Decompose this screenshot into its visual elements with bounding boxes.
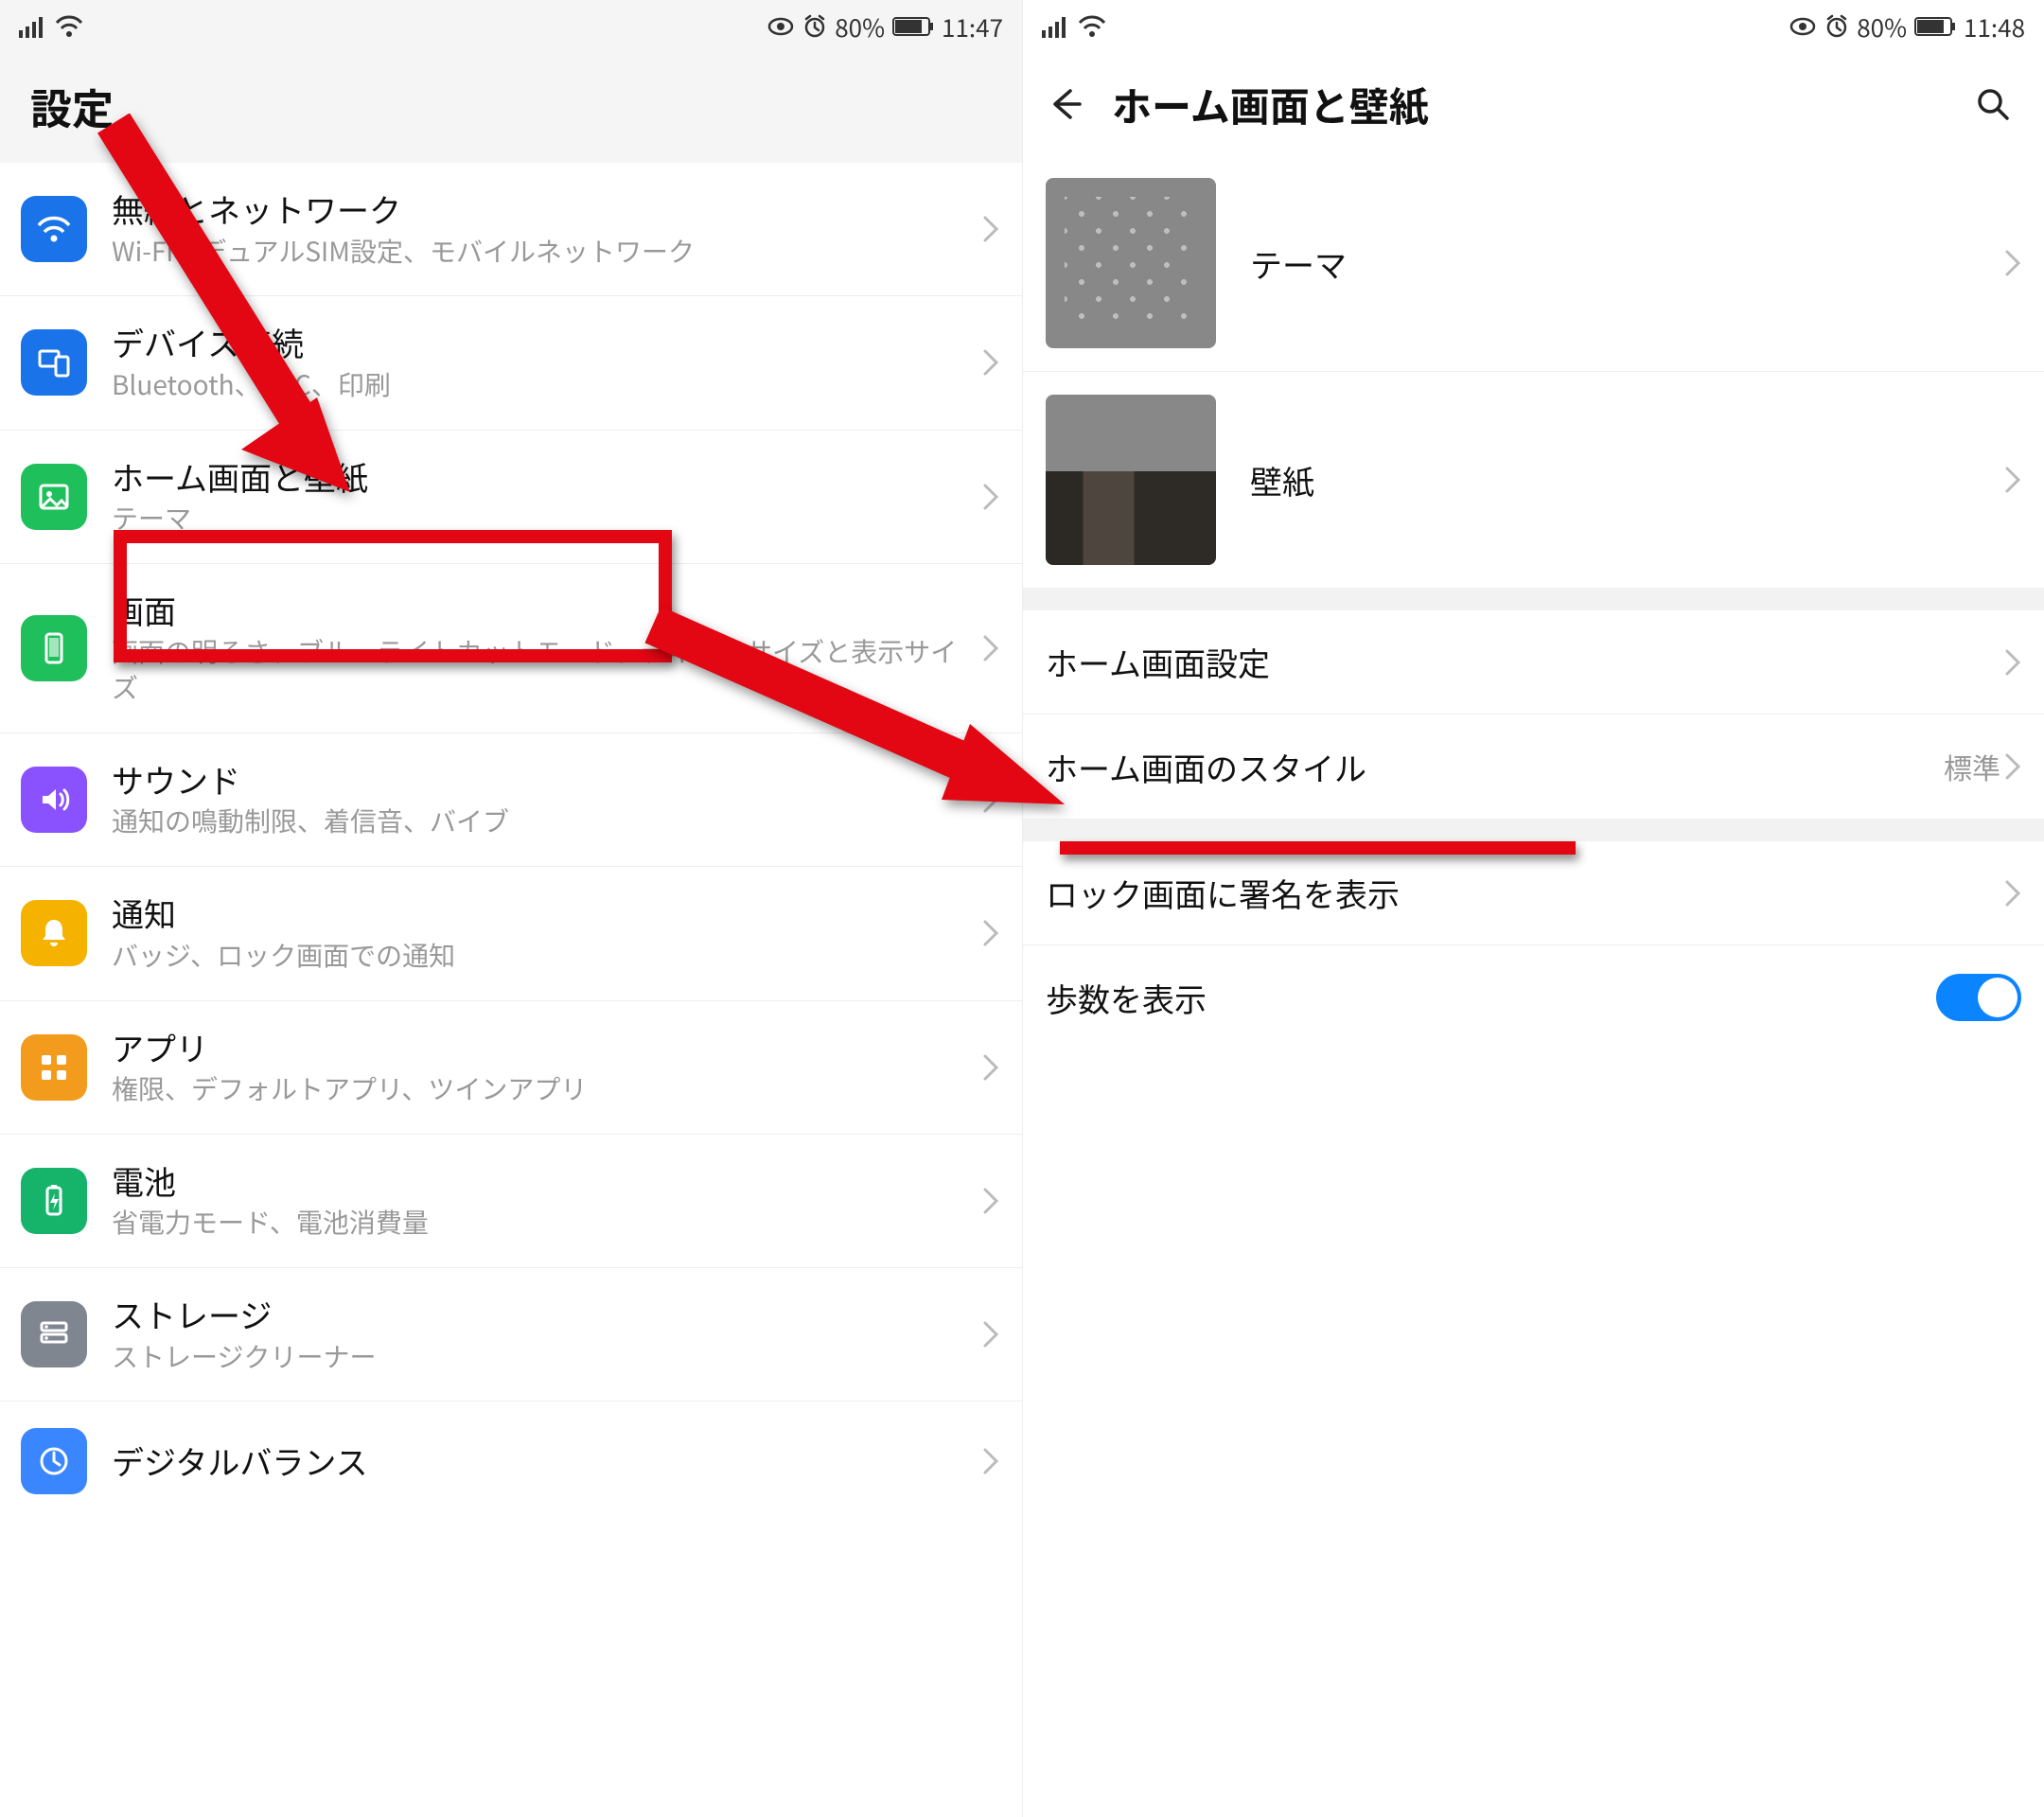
section-separator	[1023, 819, 2044, 841]
settings-item-notifications[interactable]: 通知 バッジ、ロック画面での通知	[0, 867, 1022, 1000]
settings-item-battery[interactable]: 電池 省電力モード、電池消費量	[0, 1135, 1022, 1268]
item-title: 画面	[112, 591, 963, 631]
apps-icon	[21, 1034, 87, 1101]
wallpaper-thumbnail	[1046, 395, 1216, 565]
storage-icon	[21, 1301, 87, 1367]
row-lock-signature[interactable]: ロック画面に署名を表示	[1023, 841, 2044, 945]
battery-icon	[1914, 16, 1956, 37]
page-title: 設定	[30, 76, 992, 136]
item-title: デジタルバランス	[112, 1441, 963, 1482]
display-icon	[21, 615, 87, 681]
item-subtitle: テーマ	[112, 501, 963, 537]
section-separator	[1023, 588, 2044, 610]
item-title: アプリ	[112, 1028, 963, 1068]
row-label: ホーム画面のスタイル	[1046, 744, 1944, 790]
settings-item-home-wallpaper[interactable]: ホーム画面と壁紙 テーマ	[0, 431, 1022, 564]
eye-comfort-icon	[766, 16, 795, 37]
chevron-right-icon	[2004, 648, 2021, 677]
item-subtitle: 権限、デフォルトアプリ、ツインアプリ	[112, 1071, 963, 1107]
page-title: ホーム画面と壁紙	[1112, 76, 1429, 133]
row-step-count[interactable]: 歩数を表示	[1023, 945, 2044, 1050]
item-subtitle: 通知の鳴動制限、着信音、バイブ	[112, 803, 963, 839]
chevron-right-icon	[982, 785, 999, 814]
row-value: 標準	[1944, 746, 2000, 787]
row-wallpaper[interactable]: 壁紙	[1023, 372, 2044, 588]
devices-icon	[21, 329, 87, 396]
item-subtitle: 画面の明るさ、ブルーライトカットモード、テキストサイズと表示サイズ	[112, 634, 963, 706]
alarm-icon	[802, 14, 827, 39]
row-label: ホーム画面設定	[1046, 639, 2004, 685]
chevron-right-icon	[982, 483, 999, 511]
battery-percent: 80%	[835, 9, 885, 44]
chevron-right-icon	[2004, 249, 2021, 277]
item-title: サウンド	[112, 760, 963, 801]
search-button[interactable]	[1959, 70, 2027, 138]
chevron-right-icon	[982, 1447, 999, 1475]
status-time: 11:47	[942, 9, 1003, 44]
battery-percent: 80%	[1857, 9, 1907, 44]
item-subtitle: バッジ、ロック画面での通知	[112, 938, 963, 974]
theme-thumbnail	[1046, 178, 1216, 348]
chevron-right-icon	[982, 348, 999, 377]
settings-list: 無線とネットワーク Wi-Fi、デュアルSIM設定、モバイルネットワーク デバイ…	[0, 163, 1022, 1521]
item-subtitle: 省電力モード、電池消費量	[112, 1205, 963, 1241]
item-subtitle: ストレージクリーナー	[112, 1339, 963, 1375]
screen-settings: 80% 11:47 設定 無線とネットワーク Wi-Fi、デュアルSIM設定、モ…	[0, 0, 1022, 1817]
item-title: デバイス接続	[112, 323, 963, 363]
status-bar: 80% 11:47	[0, 0, 1022, 53]
bell-icon	[21, 900, 87, 966]
item-title: ホーム画面と壁紙	[112, 457, 963, 498]
balance-icon	[21, 1428, 87, 1494]
item-subtitle: Bluetooth、NFC、印刷	[112, 367, 963, 403]
back-button[interactable]	[1032, 70, 1101, 138]
settings-item-sound[interactable]: サウンド 通知の鳴動制限、着信音、バイブ	[0, 733, 1022, 867]
header-settings: 設定	[0, 53, 1022, 163]
chevron-right-icon	[982, 634, 999, 662]
wifi-icon	[1078, 15, 1106, 38]
item-title: 電池	[112, 1161, 963, 1202]
signal-icon	[1042, 15, 1070, 38]
chevron-right-icon	[982, 919, 999, 947]
toggle-switch[interactable]	[1936, 974, 2021, 1021]
item-title: 無線とネットワーク	[112, 189, 963, 230]
battery-icon	[892, 16, 934, 37]
row-label: テーマ	[1250, 240, 2004, 287]
image-icon	[21, 464, 87, 530]
chevron-right-icon	[982, 1320, 999, 1349]
alarm-icon	[1824, 14, 1849, 39]
header-subpage: ホーム画面と壁紙	[1023, 53, 2044, 155]
status-time: 11:48	[1964, 9, 2025, 44]
row-theme[interactable]: テーマ	[1023, 155, 2044, 372]
screen-home-wallpaper: 80% 11:48 ホーム画面と壁紙 テーマ	[1022, 0, 2044, 1817]
battery-icon	[21, 1168, 87, 1234]
item-title: 通知	[112, 893, 963, 934]
wifi-icon	[21, 196, 87, 262]
chevron-right-icon	[982, 1187, 999, 1215]
signal-icon	[19, 15, 47, 38]
settings-item-storage[interactable]: ストレージ ストレージクリーナー	[0, 1268, 1022, 1402]
status-bar: 80% 11:48	[1023, 0, 2044, 53]
chevron-right-icon	[2004, 879, 2021, 908]
settings-item-wireless[interactable]: 無線とネットワーク Wi-Fi、デュアルSIM設定、モバイルネットワーク	[0, 163, 1022, 296]
settings-item-display[interactable]: 画面 画面の明るさ、ブルーライトカットモード、テキストサイズと表示サイズ	[0, 564, 1022, 733]
row-home-style[interactable]: ホーム画面のスタイル 標準	[1023, 714, 2044, 819]
eye-comfort-icon	[1788, 16, 1817, 37]
settings-item-apps[interactable]: アプリ 権限、デフォルトアプリ、ツインアプリ	[0, 1001, 1022, 1135]
chevron-right-icon	[982, 1053, 999, 1082]
chevron-right-icon	[2004, 466, 2021, 494]
wifi-icon	[55, 15, 83, 38]
chevron-right-icon	[982, 215, 999, 243]
row-label: 歩数を表示	[1046, 975, 1936, 1021]
row-label: ロック画面に署名を表示	[1046, 870, 2004, 916]
row-label: 壁紙	[1250, 457, 2004, 503]
row-home-settings[interactable]: ホーム画面設定	[1023, 610, 2044, 714]
item-subtitle: Wi-Fi、デュアルSIM設定、モバイルネットワーク	[112, 234, 963, 270]
item-title: ストレージ	[112, 1295, 963, 1335]
chevron-right-icon	[2004, 752, 2021, 781]
sound-icon	[21, 767, 87, 833]
settings-item-digital-balance[interactable]: デジタルバランス	[0, 1402, 1022, 1521]
settings-item-device-connect[interactable]: デバイス接続 Bluetooth、NFC、印刷	[0, 296, 1022, 430]
